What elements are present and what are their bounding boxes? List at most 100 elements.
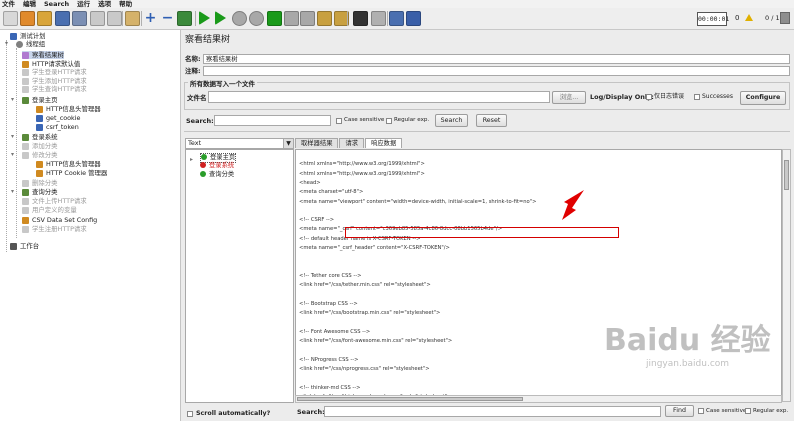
- expand-icon[interactable]: +: [143, 11, 158, 26]
- expand-toggle-icon[interactable]: ▾: [11, 96, 14, 104]
- sample-result-item[interactable]: 查询分类: [200, 171, 234, 179]
- tree-node[interactable]: 学生登录HTTP请求: [22, 68, 87, 76]
- open-icon[interactable]: [37, 11, 52, 26]
- new-icon[interactable]: [3, 11, 18, 26]
- search-button[interactable]: Search: [435, 114, 468, 127]
- regex-checkbox[interactable]: [386, 118, 392, 124]
- tree-node[interactable]: 登录系统: [22, 133, 58, 141]
- vertical-scrollbar[interactable]: [782, 149, 791, 402]
- response-case-checkbox[interactable]: [698, 408, 704, 414]
- menu-item[interactable]: 运行: [77, 0, 90, 8]
- menu-item[interactable]: Search: [44, 0, 69, 8]
- save-icon[interactable]: [55, 11, 70, 26]
- sample-result-item[interactable]: 登录系统: [200, 162, 234, 170]
- collapse-icon[interactable]: −: [160, 11, 175, 26]
- expand-toggle-icon[interactable]: ▾: [11, 188, 14, 196]
- tree-node-label: CSV Data Set Config: [32, 216, 98, 224]
- cut-icon[interactable]: [90, 11, 105, 26]
- tree-node[interactable]: 工作台: [10, 242, 39, 250]
- tree-node[interactable]: HTTP请求默认值: [22, 60, 80, 68]
- arrow-icon: [562, 190, 584, 220]
- tree-node[interactable]: HTTP信息头管理器: [36, 160, 101, 168]
- tree-node[interactable]: 学生添加HTTP请求: [22, 77, 87, 85]
- tree-node[interactable]: 学生查询HTTP请求: [22, 85, 87, 93]
- tree-node-label: 查询分类: [32, 188, 58, 196]
- sampler-icon: [22, 77, 29, 85]
- shutdown-icon[interactable]: [249, 11, 264, 26]
- filename-field[interactable]: [208, 91, 550, 103]
- expand-toggle-icon[interactable]: ▾: [5, 40, 8, 48]
- case-sensitive-checkbox[interactable]: [336, 118, 342, 124]
- horizontal-scrollbar[interactable]: [295, 395, 782, 403]
- remote-stop-icon[interactable]: [284, 11, 299, 26]
- browse-button[interactable]: 浏览...: [552, 91, 586, 104]
- save-as-icon[interactable]: [72, 11, 87, 26]
- remote-start-icon[interactable]: [267, 11, 282, 26]
- tree-node[interactable]: 察看结果树: [22, 51, 64, 59]
- templates-icon[interactable]: [20, 11, 35, 26]
- remote-shutdown-icon[interactable]: [300, 11, 315, 26]
- response-search-input[interactable]: [324, 406, 661, 417]
- tree-node[interactable]: get_cookie: [36, 114, 80, 122]
- reset-button[interactable]: Reset: [476, 114, 507, 127]
- function-helper-icon[interactable]: [389, 11, 404, 26]
- log-display-label: Log/Display Only:: [590, 93, 654, 101]
- tree-node[interactable]: 用户定义的变量: [22, 206, 77, 214]
- scroll-auto-checkbox[interactable]: [187, 411, 193, 417]
- toolbar-separator: [141, 11, 142, 26]
- tree-node[interactable]: 登录主页: [22, 96, 58, 104]
- expand-toggle-icon[interactable]: ▾: [11, 151, 14, 159]
- tab-response-data[interactable]: 响应数据: [365, 138, 403, 148]
- warning-icon[interactable]: [745, 14, 753, 21]
- tree-node[interactable]: 线程组: [16, 40, 45, 48]
- renderer-select[interactable]: Text ▼: [185, 138, 294, 149]
- search-input[interactable]: [214, 115, 331, 126]
- tab-request[interactable]: 请求: [339, 138, 365, 148]
- tree-node[interactable]: csrf_token: [36, 123, 79, 131]
- clear-icon[interactable]: [317, 11, 332, 26]
- paste-icon[interactable]: [125, 11, 140, 26]
- errors-checkbox[interactable]: [646, 94, 652, 100]
- find-button[interactable]: Find: [665, 405, 694, 417]
- config-icon: [36, 169, 43, 177]
- tree-node[interactable]: HTTP信息头管理器: [36, 105, 101, 113]
- tab-sampler-result[interactable]: 取样器结果: [295, 138, 339, 148]
- help-icon[interactable]: [406, 11, 421, 26]
- chevron-down-icon[interactable]: ▼: [283, 139, 293, 148]
- scroll-thumb[interactable]: [297, 397, 523, 401]
- tree-node[interactable]: 删除分类: [22, 179, 58, 187]
- menu-item[interactable]: 选项: [98, 0, 111, 8]
- menu-item[interactable]: 帮助: [119, 0, 132, 8]
- tree-node[interactable]: 文件上传HTTP请求: [22, 197, 87, 205]
- start-no-pauses-icon[interactable]: [215, 11, 226, 25]
- scroll-thumb[interactable]: [784, 160, 789, 190]
- tree-node[interactable]: 查询分类: [22, 188, 58, 196]
- menu-item[interactable]: 编辑: [23, 0, 36, 8]
- toggle-icon[interactable]: [177, 11, 192, 26]
- tree-node[interactable]: 修改分类: [22, 151, 58, 159]
- search-icon[interactable]: [353, 11, 368, 26]
- successes-label: Successes: [702, 93, 733, 100]
- tree-node[interactable]: 添加分类: [22, 142, 58, 150]
- reset-search-icon[interactable]: [371, 11, 386, 26]
- copy-icon[interactable]: [107, 11, 122, 26]
- response-regex-checkbox[interactable]: [745, 408, 751, 414]
- name-field[interactable]: 察看结果树: [203, 54, 790, 64]
- response-data-view[interactable]: <html xmlns="http://www.w3.org/1999/xhtm…: [295, 149, 782, 402]
- comment-label: 注释:: [185, 67, 201, 75]
- tree-node[interactable]: CSV Data Set Config: [22, 216, 97, 224]
- configure-button[interactable]: Configure: [740, 91, 786, 105]
- comment-field[interactable]: [203, 66, 790, 76]
- menu-item[interactable]: 文件: [2, 0, 15, 8]
- tree-node[interactable]: 测试计划: [10, 32, 46, 40]
- expand-toggle-icon[interactable]: ▾: [11, 133, 14, 141]
- config-icon: [22, 216, 29, 224]
- response-line: <link href="/css/bootstrap.min.css" rel=…: [299, 310, 441, 317]
- expand-toggle-icon[interactable]: ▸: [190, 156, 193, 164]
- successes-checkbox[interactable]: [694, 94, 700, 100]
- start-icon[interactable]: [199, 11, 210, 25]
- tree-node[interactable]: HTTP Cookie 管理器: [36, 169, 107, 177]
- stop-icon[interactable]: [232, 11, 247, 26]
- search-label: Search:: [186, 117, 214, 125]
- tree-node[interactable]: 学生注册HTTP请求: [22, 225, 87, 233]
